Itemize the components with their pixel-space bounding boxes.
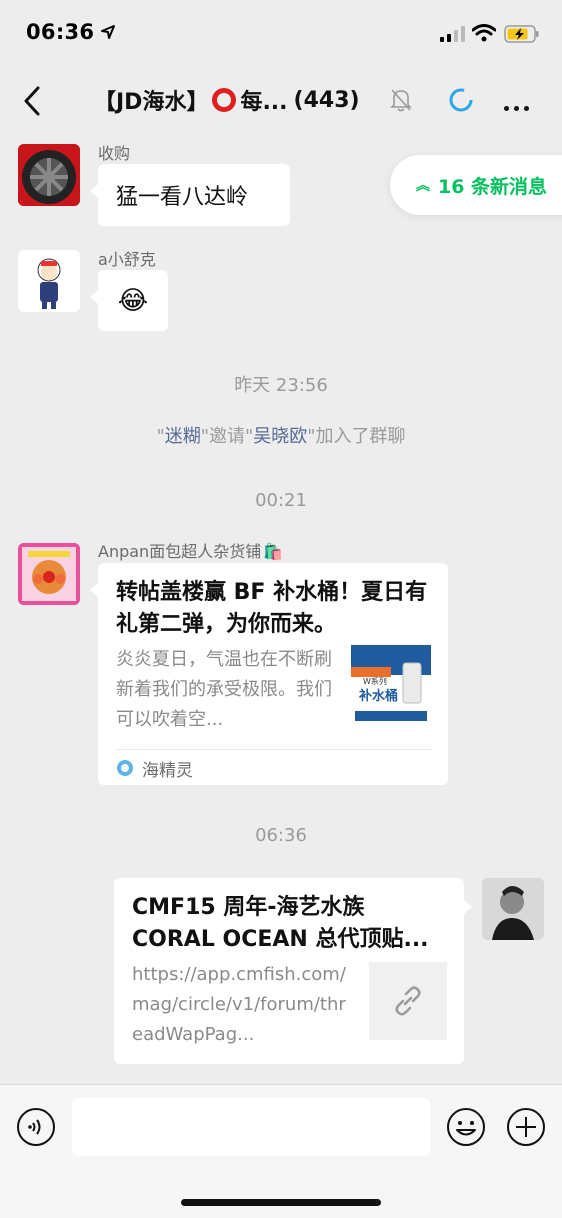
cellular-signal-icon bbox=[440, 26, 465, 42]
card-thumbnail: W系列 补水桶 bbox=[351, 645, 431, 725]
sys-text: "邀请" bbox=[200, 426, 254, 447]
inviter-link[interactable]: 迷糊 bbox=[165, 426, 201, 447]
avatar-xiaoshuke[interactable] bbox=[18, 250, 80, 312]
chat-title: 【JD海水】 每... (443) bbox=[94, 84, 394, 116]
timestamp: 06:36 bbox=[255, 825, 307, 846]
article-card[interactable]: 转帖盖楼赢 BF 补水桶！夏日有礼第二弹，为你而来。 炎炎夏日，气温也在不断刷新… bbox=[90, 563, 448, 785]
thumb-text: 补水桶 bbox=[359, 689, 399, 704]
wifi-icon bbox=[472, 24, 496, 42]
profile-photo-image bbox=[482, 878, 544, 940]
chat-title-prefix: 【JD海水】 bbox=[94, 90, 209, 115]
card-divider bbox=[116, 749, 432, 750]
avatar-self[interactable] bbox=[482, 878, 544, 940]
system-join-message: "迷糊"邀请"吴晓欧"加入了群聊 bbox=[0, 422, 562, 448]
sys-text: "加入了群聊 bbox=[307, 426, 406, 447]
sender-name: 收购 bbox=[98, 144, 131, 163]
sender-name: a小舒克 bbox=[98, 250, 156, 269]
link-card[interactable]: CMF15 周年-海艺水族 CORAL OCEAN 总代顶贴... https:… bbox=[114, 878, 472, 1064]
cartoon-pilot-image bbox=[18, 250, 80, 312]
emoji-icon[interactable] bbox=[446, 1107, 486, 1147]
wheel-image bbox=[18, 144, 80, 206]
new-messages-label: 16 条新消息 bbox=[438, 175, 548, 198]
status-time: 06:36 bbox=[26, 20, 95, 44]
message-text: 猛一看八达岭 bbox=[116, 185, 249, 210]
card-description: 炎炎夏日，气温也在不断刷新着我们的承受极限。我们可以吹着空... bbox=[116, 649, 332, 730]
anpanman-image bbox=[18, 543, 80, 605]
new-messages-button[interactable]: ︽ 16 条新消息 bbox=[390, 155, 562, 215]
battery-charging-icon bbox=[504, 25, 539, 43]
shopping-bag-icon: 🛍️ bbox=[263, 542, 284, 561]
status-bar: 06:36 bbox=[0, 0, 562, 70]
sender-name: Anpan面包超人杂货铺 🛍️ bbox=[98, 538, 283, 562]
chat-title-suffix: 每... bbox=[240, 90, 288, 115]
avatar-anpan[interactable] bbox=[18, 543, 80, 605]
emoji-message-bubble[interactable]: 😂 bbox=[90, 270, 168, 331]
card-title: 转帖盖楼赢 BF 补水桶！夏日有礼第二弹，为你而来。 bbox=[116, 580, 428, 637]
home-indicator[interactable] bbox=[181, 1199, 381, 1206]
double-chevron-up-icon: ︽ bbox=[416, 178, 430, 194]
red-circle-emoji-icon bbox=[212, 88, 237, 112]
link-thumbnail bbox=[369, 962, 447, 1040]
timestamp: 昨天 23:56 bbox=[234, 375, 328, 396]
card-title: CMF15 周年-海艺水族 CORAL OCEAN 总代顶贴... bbox=[132, 895, 429, 952]
chat-header: 【JD海水】 每... (443) bbox=[0, 70, 562, 132]
back-chevron-icon[interactable] bbox=[18, 84, 48, 118]
plus-more-icon[interactable] bbox=[506, 1107, 546, 1147]
mini-program-icon bbox=[117, 760, 133, 776]
text-message-bubble[interactable]: 猛一看八达岭 bbox=[90, 164, 290, 226]
voice-input-icon[interactable] bbox=[16, 1107, 56, 1147]
card-url: https://app.cmfish.com/mag/circle/v1/for… bbox=[132, 964, 346, 1045]
message-input[interactable] bbox=[72, 1098, 430, 1156]
mute-bell-icon bbox=[390, 89, 412, 112]
invitee-link[interactable]: 吴晓欧 bbox=[253, 426, 307, 447]
sender-name-text: Anpan面包超人杂货铺 bbox=[98, 542, 262, 561]
laughing-tears-emoji: 😂 bbox=[117, 285, 149, 316]
input-bar bbox=[0, 1084, 562, 1218]
location-arrow-icon bbox=[101, 25, 115, 39]
source-label: 海精灵 bbox=[142, 760, 193, 781]
more-options-icon[interactable] bbox=[504, 96, 536, 111]
loading-spinner-icon bbox=[449, 88, 473, 112]
timestamp: 00:21 bbox=[255, 490, 307, 511]
card-source: 海精灵 bbox=[116, 757, 193, 781]
sys-text: " bbox=[156, 426, 165, 447]
avatar-shougou[interactable] bbox=[18, 144, 80, 206]
member-count: (443) bbox=[293, 87, 360, 113]
link-icon bbox=[395, 986, 421, 1016]
